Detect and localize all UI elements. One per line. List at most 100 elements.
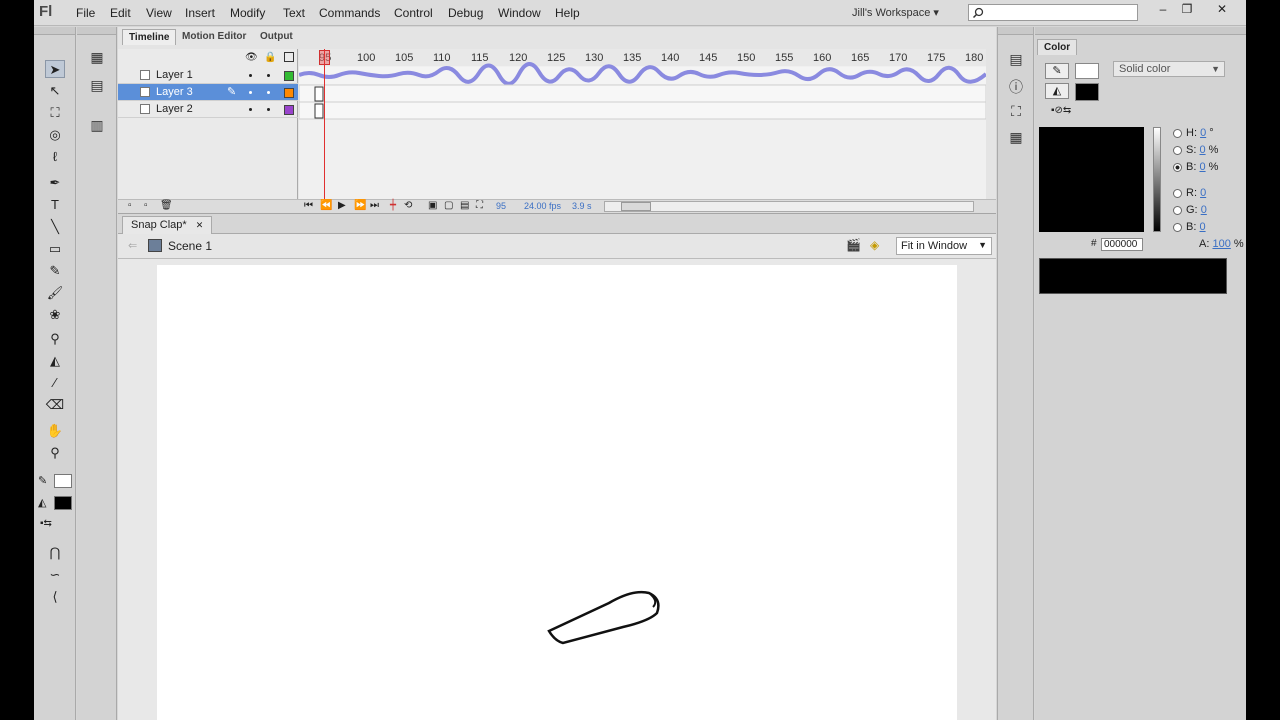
scrollbar-thumb[interactable] <box>621 202 651 211</box>
brightness-row[interactable]: B: 0 % <box>1173 161 1218 173</box>
search-input[interactable] <box>968 4 1138 21</box>
snap-to-objects-icon[interactable]: ⋂ <box>45 544 65 562</box>
back-arrow-icon[interactable]: ⇐ <box>128 239 137 252</box>
saturation-value[interactable]: 0 <box>1199 144 1205 156</box>
menu-view[interactable]: View <box>146 6 172 20</box>
play-icon[interactable]: ▶ <box>338 200 346 211</box>
onion-outlines-icon[interactable]: ▢ <box>444 200 453 211</box>
pen-tool-icon[interactable]: ✒ <box>45 174 65 192</box>
visibility-dot[interactable] <box>249 74 252 77</box>
red-row[interactable]: R: 0 <box>1173 187 1206 199</box>
zoom-tool-icon[interactable]: ⚲ <box>45 444 65 462</box>
menu-commands[interactable]: Commands <box>319 6 380 20</box>
tab-motion-editor[interactable]: Motion Editor <box>176 29 252 45</box>
selection-tool-icon[interactable]: ➤ <box>45 60 65 78</box>
bone-tool-icon[interactable]: ⚲ <box>45 330 65 348</box>
swatches-icon[interactable]: ▦ <box>1004 129 1028 151</box>
menu-edit[interactable]: Edit <box>110 6 131 20</box>
minimize-button[interactable]: – <box>1152 2 1174 18</box>
visibility-dot[interactable] <box>249 108 252 111</box>
show-hide-eye-icon[interactable]: 👁 <box>245 52 258 63</box>
straighten-icon[interactable]: ⟨ <box>45 588 65 606</box>
menu-window[interactable]: Window <box>498 6 541 20</box>
fill-bucket-icon[interactable]: ◭ <box>1045 83 1069 99</box>
scene-label[interactable]: Scene 1 <box>168 239 212 253</box>
panel-grip[interactable] <box>77 27 116 35</box>
pencil-tool-icon[interactable]: ✎ <box>45 262 65 280</box>
blue-radio[interactable] <box>1173 222 1182 232</box>
fill-type-select[interactable]: Solid color ▼ <box>1113 61 1225 77</box>
hand-tool-icon[interactable]: ✋ <box>45 422 65 440</box>
blue-row[interactable]: B: 0 <box>1173 221 1206 233</box>
edit-symbols-icon[interactable]: ◈ <box>870 238 879 252</box>
layer-color-swatch[interactable] <box>284 71 294 81</box>
tab-output[interactable]: Output <box>254 29 299 45</box>
smooth-icon[interactable]: ∽ <box>45 566 65 584</box>
layer-row[interactable]: Layer 1 <box>118 67 298 84</box>
layer-row[interactable]: Layer 3 ✎ <box>118 84 298 101</box>
new-folder-icon[interactable]: ▫ <box>144 200 148 211</box>
3d-rotation-tool-icon[interactable]: ◎ <box>45 126 65 144</box>
brightness-slider[interactable] <box>1153 127 1161 232</box>
go-to-first-frame-icon[interactable]: ⏮ <box>304 200 313 211</box>
menu-modify[interactable]: Modify <box>230 6 265 20</box>
panel-grip[interactable] <box>998 27 1033 35</box>
eraser-tool-icon[interactable]: ⌫ <box>45 396 65 414</box>
modify-markers-icon[interactable]: ⛶ <box>476 200 483 211</box>
menu-insert[interactable]: Insert <box>185 6 215 20</box>
lock-dot[interactable] <box>267 74 270 77</box>
deco-tool-icon[interactable]: ❀ <box>45 306 65 324</box>
menu-help[interactable]: Help <box>555 6 580 20</box>
loop-icon[interactable]: ⟲ <box>404 200 412 211</box>
panel-grip[interactable] <box>34 27 75 35</box>
delete-layer-icon[interactable]: 🗑 <box>160 200 173 211</box>
new-layer-icon[interactable]: ▫ <box>128 200 132 211</box>
swap-colors-icon[interactable]: ▪⇆ <box>40 518 52 529</box>
stroke-color-swatch[interactable] <box>1075 63 1099 79</box>
rectangle-tool-icon[interactable]: ▭ <box>45 240 65 258</box>
close-tab-icon[interactable]: ✕ <box>196 220 204 230</box>
color-picker-field[interactable] <box>1039 127 1144 232</box>
finger-drawing[interactable] <box>545 575 665 645</box>
saturation-radio[interactable] <box>1173 145 1182 155</box>
transform-icon[interactable]: ⛶ <box>1004 103 1028 125</box>
layer-color-swatch[interactable] <box>284 105 294 115</box>
close-window-button[interactable]: ✕ <box>1211 2 1233 18</box>
center-frame-icon[interactable]: ┿ <box>390 200 396 211</box>
alpha-value[interactable]: 100 <box>1212 238 1230 250</box>
stroke-color-swatch[interactable] <box>54 474 72 488</box>
tab-timeline[interactable]: Timeline <box>122 29 177 45</box>
menu-text[interactable]: Text <box>283 6 305 20</box>
subselection-tool-icon[interactable]: ↖ <box>45 82 65 100</box>
green-row[interactable]: G: 0 <box>1173 204 1207 216</box>
line-tool-icon[interactable]: ╲ <box>45 218 65 236</box>
info-icon[interactable]: ⓘ <box>1004 77 1028 99</box>
movie-explorer-icon[interactable]: ▦ <box>85 49 109 71</box>
green-value[interactable]: 0 <box>1201 204 1207 216</box>
menu-file[interactable]: File <box>76 6 95 20</box>
lock-dot[interactable] <box>267 91 270 94</box>
panel-grip[interactable] <box>1035 27 1246 35</box>
saturation-row[interactable]: S: 0 % <box>1173 144 1218 156</box>
workspace-switcher[interactable]: Jill's Workspace ▾ <box>852 6 939 19</box>
fill-color-swatch[interactable] <box>54 496 72 510</box>
visibility-dot[interactable] <box>249 91 252 94</box>
color-mode-icons[interactable]: ▪⊘⇆ <box>1051 105 1071 116</box>
timeline-scrollbar[interactable] <box>604 201 974 212</box>
step-back-icon[interactable]: ⏪ <box>320 200 332 211</box>
menu-control[interactable]: Control <box>394 6 433 20</box>
brush-tool-icon[interactable]: 🖌 <box>45 284 65 302</box>
hue-row[interactable]: H: 0 ° <box>1173 127 1214 139</box>
blue-value[interactable]: 0 <box>1199 221 1205 233</box>
menu-debug[interactable]: Debug <box>448 6 483 20</box>
text-tool-icon[interactable]: T <box>45 196 65 214</box>
restore-button[interactable]: ❐ <box>1176 2 1198 18</box>
components-icon[interactable]: ▥ <box>85 117 109 139</box>
hex-input[interactable]: 000000 <box>1101 238 1143 251</box>
document-tab[interactable]: Snap Clap* ✕ <box>122 216 213 234</box>
hue-radio[interactable] <box>1173 128 1182 138</box>
hue-value[interactable]: 0 <box>1200 127 1206 139</box>
library-icon[interactable]: ▤ <box>85 77 109 99</box>
frames-grid[interactable]: 95 100 105 110 115 120 125 130 135 140 1… <box>299 49 986 199</box>
frame-rate[interactable]: 24.00 fps <box>524 201 561 211</box>
